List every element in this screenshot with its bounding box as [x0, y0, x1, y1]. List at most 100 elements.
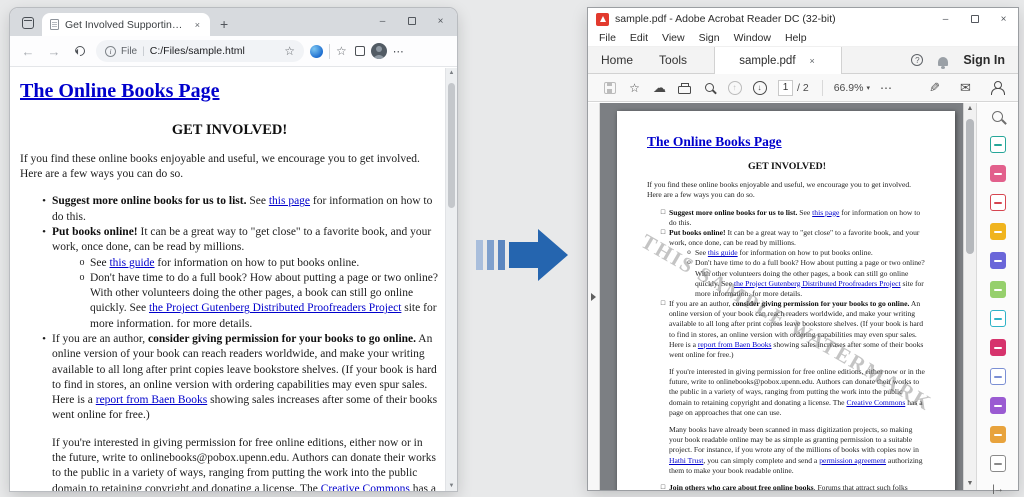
pdf-scrollbar-thumb[interactable]	[966, 119, 974, 254]
document-tab-close-icon[interactable]: ×	[808, 54, 817, 68]
bullet-marker: □	[657, 299, 669, 308]
browser-content: The Online Books PageGET INVOLVED!If you…	[10, 68, 457, 491]
doc-link[interactable]: report from Baen Books	[698, 340, 772, 349]
more-tools-menu-icon[interactable]: ⋯	[874, 81, 899, 95]
tab-document[interactable]: sample.pdf ×	[714, 47, 842, 74]
favorite-tool-icon[interactable]: ☆	[622, 82, 647, 94]
page-info-icon[interactable]: i	[105, 46, 116, 57]
doc-link[interactable]: report from Baen Books	[96, 394, 207, 406]
browser-tab[interactable]: Get Involved Supporting Online ×	[42, 13, 210, 36]
help-icon[interactable]: ?	[911, 54, 923, 66]
pdf-scrollbar[interactable]: ▲ ▼	[963, 103, 976, 490]
menu-view[interactable]: View	[655, 32, 692, 44]
combine-files-icon[interactable]	[990, 252, 1006, 269]
scrollbar-thumb[interactable]	[448, 83, 455, 208]
list-item: •If you are an author, consider giving p…	[36, 332, 439, 491]
tab-actions-icon[interactable]	[22, 17, 34, 29]
new-tab-button[interactable]: +	[220, 16, 228, 32]
settings-more-icon[interactable]: ⋯	[393, 45, 405, 58]
export-pdf-icon[interactable]	[990, 136, 1006, 153]
zoom-dropdown-icon[interactable]: ▾	[866, 84, 870, 92]
sub-bullet-marker: o	[74, 256, 90, 269]
add-favorite-icon[interactable]: ☆	[284, 45, 295, 57]
scroll-down-icon[interactable]: ▼	[446, 483, 457, 489]
tab-tools[interactable]: Tools	[646, 47, 700, 73]
refresh-icon[interactable]	[73, 44, 87, 58]
zoom-level-value[interactable]: 66.9%	[834, 82, 864, 94]
copilot-icon[interactable]	[310, 45, 323, 58]
search-tools-icon[interactable]	[992, 111, 1003, 122]
tab-close-icon[interactable]: ×	[193, 18, 202, 32]
page-number-input[interactable]: 1	[778, 80, 793, 96]
doc-link[interactable]: this page	[812, 208, 839, 217]
profile-avatar[interactable]	[371, 43, 387, 59]
doc-link[interactable]: Hathi Trust	[669, 456, 703, 465]
sign-in-button[interactable]: Sign In	[963, 53, 1005, 67]
doc-link[interactable]: this guide	[109, 257, 154, 269]
browser-toolbar: ← → i File | C:/Files/sample.html ☆ ☆ ⋯	[10, 36, 457, 67]
doc-title-link[interactable]: The Online Books Page	[20, 80, 219, 102]
doc-link[interactable]: permission agreement	[819, 456, 886, 465]
doc-intro: If you find these online books enjoyable…	[20, 152, 439, 183]
upload-cloud-icon[interactable]: ☁	[647, 81, 672, 94]
navigation-pane-strip[interactable]	[588, 103, 600, 490]
pdf-page: The Online Books PageGET INVOLVED!If you…	[617, 111, 955, 490]
expand-pane-icon[interactable]	[591, 293, 596, 301]
acrobat-maximize-button[interactable]	[960, 8, 989, 30]
forward-icon[interactable]: →	[44, 45, 64, 58]
sign-icon[interactable]	[990, 397, 1006, 414]
favorites-icon[interactable]: ☆	[336, 45, 347, 57]
doc-link[interactable]: the Project Gutenberg Distributed Proofr…	[734, 279, 901, 288]
doc-link[interactable]: this guide	[708, 248, 738, 257]
acrobat-minimize-button[interactable]: –	[931, 8, 960, 30]
previous-page-icon[interactable]: ↑	[722, 81, 747, 95]
scroll-up-icon[interactable]: ▲	[446, 70, 457, 76]
doc-title-link[interactable]: The Online Books Page	[647, 134, 782, 149]
acrobat-close-button[interactable]: ×	[989, 8, 1018, 30]
stamp-icon[interactable]	[990, 426, 1006, 443]
close-button[interactable]: ×	[426, 8, 455, 34]
address-bar[interactable]: i File | C:/Files/sample.html ☆	[96, 40, 304, 62]
address-separator: |	[142, 46, 145, 57]
menu-help[interactable]: Help	[778, 32, 814, 44]
sub-list-item: oSee this guide for information on how t…	[74, 256, 439, 271]
doc-link[interactable]: the Project Gutenberg Distributed Proofr…	[149, 302, 401, 314]
next-page-icon[interactable]: ↓	[747, 81, 772, 95]
doc-text: Join others who care about free online b…	[669, 483, 814, 490]
organize-pages-icon[interactable]	[990, 281, 1006, 298]
notifications-bell-icon[interactable]	[938, 57, 948, 66]
maximize-button[interactable]	[397, 8, 426, 34]
create-pdf-icon[interactable]	[990, 194, 1006, 211]
protect-pdf-icon[interactable]	[990, 368, 1006, 385]
search-icon[interactable]	[697, 83, 722, 92]
back-icon[interactable]: ←	[18, 45, 38, 58]
menu-file[interactable]: File	[592, 32, 623, 44]
url-text[interactable]: C:/Files/sample.html	[150, 45, 245, 57]
doc-text: See	[246, 195, 268, 207]
print-icon[interactable]	[672, 82, 697, 94]
fill-sign-icon[interactable]	[990, 339, 1006, 356]
tab-home[interactable]: Home	[588, 47, 646, 73]
doc-link[interactable]: Creative Commons	[846, 398, 905, 407]
menu-sign[interactable]: Sign	[692, 32, 727, 44]
browser-scrollbar[interactable]: ▲ ▼	[445, 68, 457, 491]
fill-sign-pen-icon[interactable]: ✎	[922, 80, 947, 96]
menu-window[interactable]: Window	[727, 32, 778, 44]
more-tools-icon[interactable]	[990, 455, 1006, 472]
list-item: •Suggest more online books for us to lis…	[36, 194, 439, 225]
edit-pdf-icon[interactable]	[990, 165, 1006, 182]
bullet-marker: •	[36, 194, 52, 209]
collections-icon[interactable]	[355, 46, 365, 56]
doc-link[interactable]: this page	[269, 195, 310, 207]
share-email-icon[interactable]: ✉	[953, 80, 978, 96]
menu-edit[interactable]: Edit	[623, 32, 655, 44]
comment-icon[interactable]	[990, 223, 1006, 240]
minimize-button[interactable]: –	[368, 8, 397, 34]
share-people-icon[interactable]	[984, 81, 1009, 95]
doc-link[interactable]: Creative Commons	[321, 483, 410, 492]
compress-pdf-icon[interactable]	[990, 310, 1006, 327]
pdf-scroll-down-icon[interactable]: ▼	[964, 480, 976, 487]
pdf-scroll-up-icon[interactable]: ▲	[964, 105, 976, 112]
collapse-panel-icon[interactable]: |→	[992, 484, 1003, 495]
save-icon[interactable]	[597, 82, 622, 94]
